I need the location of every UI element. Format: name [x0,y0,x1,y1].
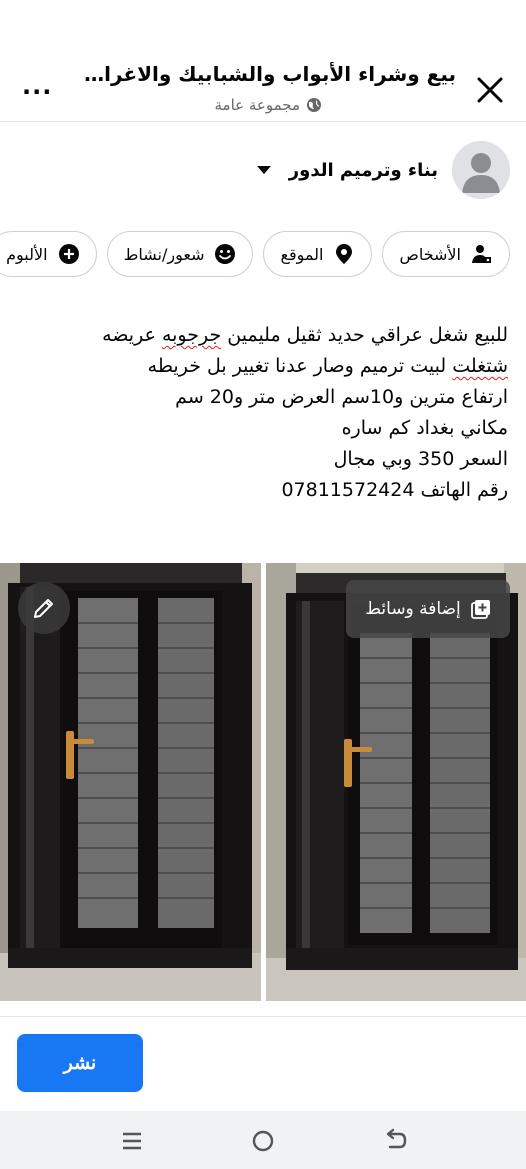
post-line: السعر 350 وبي مجال [333,448,508,470]
add-media-label: إضافة وسائط [365,599,461,619]
home-icon[interactable] [249,1127,277,1155]
chip-album[interactable]: الألبوم [0,231,97,277]
poster-name[interactable]: بناء وترميم الدور [289,160,438,181]
post-button[interactable]: نشر [17,1034,143,1092]
privacy-label: مجموعة عامة [214,96,301,114]
more-options-button[interactable]: ... [22,74,58,104]
location-pin-icon [336,244,353,264]
tag-people-icon [472,245,491,263]
post-line: للبيع شغل عراقي حديد ثقيل مليمين جرجوبه … [102,324,508,346]
chip-location[interactable]: الموقع [263,231,373,277]
create-post-screen: بيع وشراء الأبواب والشبابيك والاغراض الم… [0,0,526,1169]
chip-label: الموقع [280,244,324,264]
default-avatar-icon [452,141,510,199]
add-media-button[interactable]: إضافة وسائط [346,580,510,638]
post-options-chips: الأشخاص الموقع شعور/نشاط الألبوم [0,231,510,279]
close-icon [477,77,503,103]
recent-apps-icon[interactable] [118,1127,146,1155]
system-nav-bar [0,1111,526,1169]
chevron-down-icon[interactable] [256,166,271,174]
add-photo-icon [470,600,490,619]
group-privacy: مجموعة عامة [215,96,323,114]
poster-row: بناء وترميم الدور [10,140,510,200]
chip-tag-people[interactable]: الأشخاص [382,231,510,277]
avatar[interactable] [452,141,510,199]
post-line: ارتفاع مترين و10سم العرض متر و20 سم [175,386,508,408]
smiley-icon [215,244,236,264]
edit-photo-button[interactable] [18,582,70,634]
pencil-icon [34,599,53,618]
back-icon[interactable] [381,1127,409,1155]
plus-circle-icon [58,244,79,264]
group-title: بيع وشراء الأبواب والشبابيك والاغراض الم… [66,62,456,86]
chip-label: شعور/نشاط [123,244,205,264]
chip-label: الأشخاص [399,244,461,264]
post-line: رقم الهاتف 07811572424 [281,479,508,501]
globe-icon [307,98,321,112]
post-text-input[interactable]: للبيع شغل عراقي حديد ثقيل مليمين جرجوبه … [18,320,508,506]
close-button[interactable] [472,72,508,108]
post-line: مكاني بغداد كم ساره [341,417,508,439]
chip-label: الألبوم [6,244,48,264]
divider [0,1016,526,1017]
header: بيع وشراء الأبواب والشبابيك والاغراض الم… [0,0,526,122]
post-line: شتغلت لبيت ترميم وصار عدنا تغيير بل خريط… [147,355,508,377]
chip-feeling-activity[interactable]: شعور/نشاط [106,231,254,277]
